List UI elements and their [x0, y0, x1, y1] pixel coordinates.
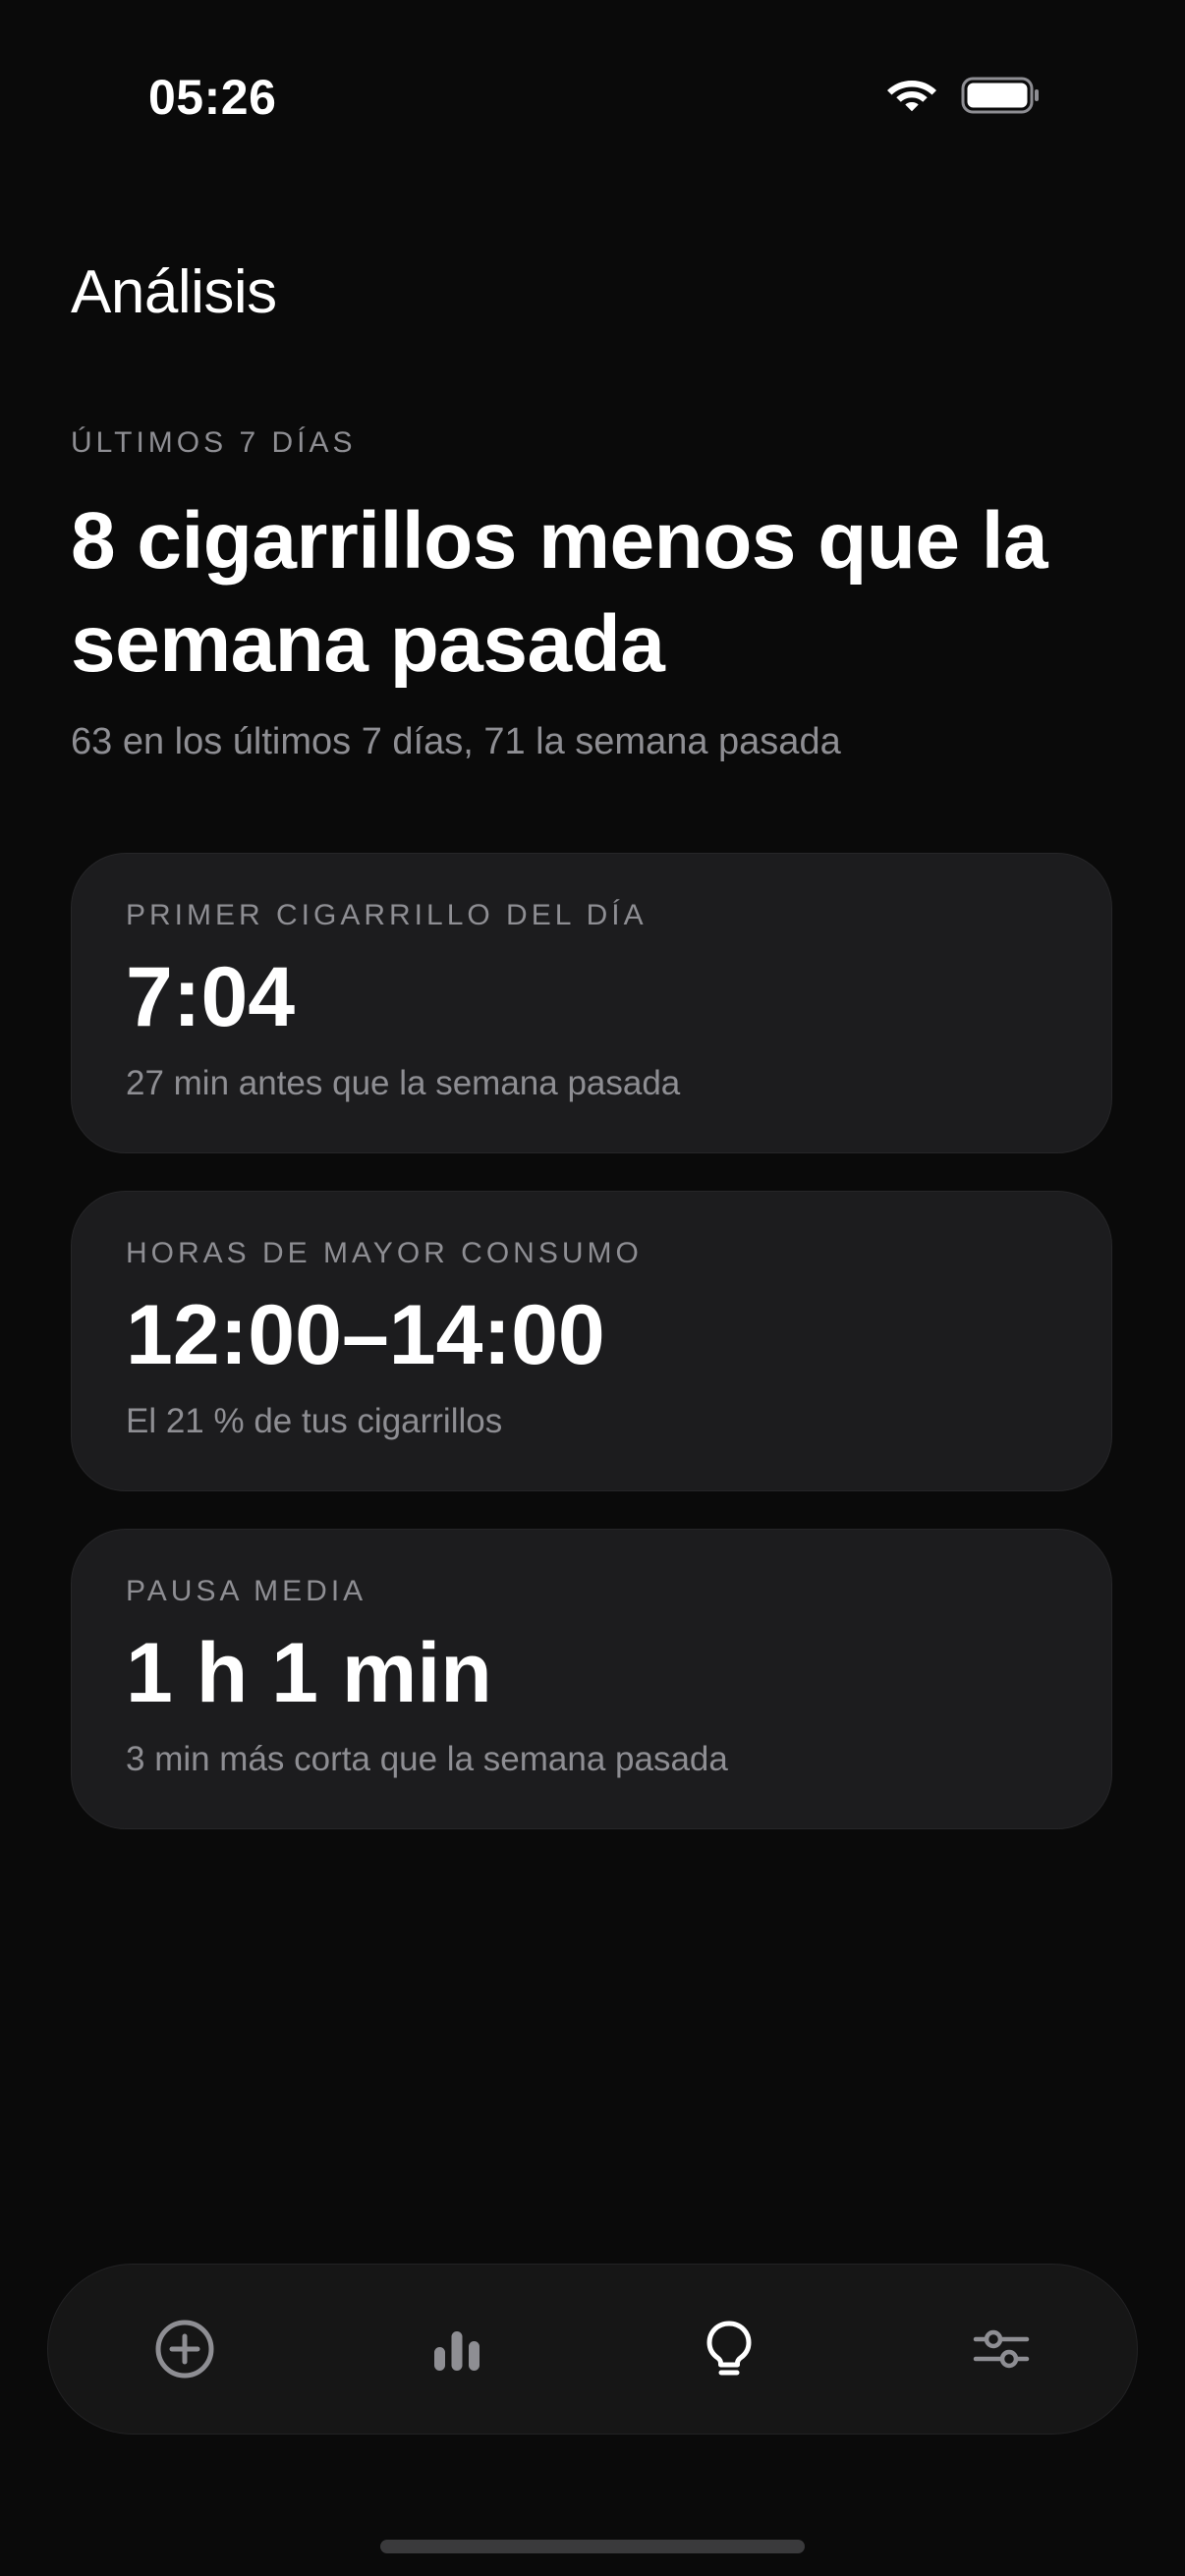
tab-settings[interactable]	[865, 2265, 1137, 2434]
battery-icon	[961, 77, 1039, 114]
card-label: PAUSA MEDIA	[126, 1575, 367, 1607]
period-label: ÚLTIMOS 7 DÍAS	[71, 426, 357, 459]
card-value: 12:00–14:00	[126, 1288, 605, 1382]
card-value: 7:04	[126, 950, 296, 1044]
tab-bar	[47, 2264, 1138, 2435]
page-title: Análisis	[71, 258, 277, 326]
average-break-card: PAUSA MEDIA 1 h 1 min 3 min más corta qu…	[71, 1529, 1112, 1829]
card-value: 1 h 1 min	[126, 1626, 492, 1720]
card-label: PRIMER CIGARRILLO DEL DÍA	[126, 899, 648, 931]
tab-stats[interactable]	[320, 2265, 592, 2434]
tab-add[interactable]	[48, 2265, 320, 2434]
summary-headline: 8 cigarrillos menos que la semana pasada	[71, 496, 1048, 689]
sliders-icon	[973, 2329, 1029, 2369]
wifi-icon	[887, 81, 936, 112]
home-indicator	[380, 2540, 805, 2553]
status-time: 05:26	[148, 70, 277, 125]
peak-hours-card: HORAS DE MAYOR CONSUMO 12:00–14:00 El 21…	[71, 1191, 1112, 1491]
lightbulb-icon	[706, 2321, 751, 2376]
summary-subtitle: 63 en los últimos 7 días, 71 la semana p…	[71, 721, 841, 762]
first-cigarette-card: PRIMER CIGARRILLO DEL DÍA 7:04 27 min an…	[71, 853, 1112, 1153]
card-note: 3 min más corta que la semana pasada	[126, 1740, 728, 1778]
card-note: El 21 % de tus cigarrillos	[126, 1402, 503, 1440]
card-label: HORAS DE MAYOR CONSUMO	[126, 1237, 643, 1269]
bar-chart-icon	[433, 2331, 480, 2371]
plus-circle-icon	[155, 2320, 213, 2379]
tab-insights[interactable]	[592, 2265, 865, 2434]
card-note: 27 min antes que la semana pasada	[126, 1064, 681, 1102]
